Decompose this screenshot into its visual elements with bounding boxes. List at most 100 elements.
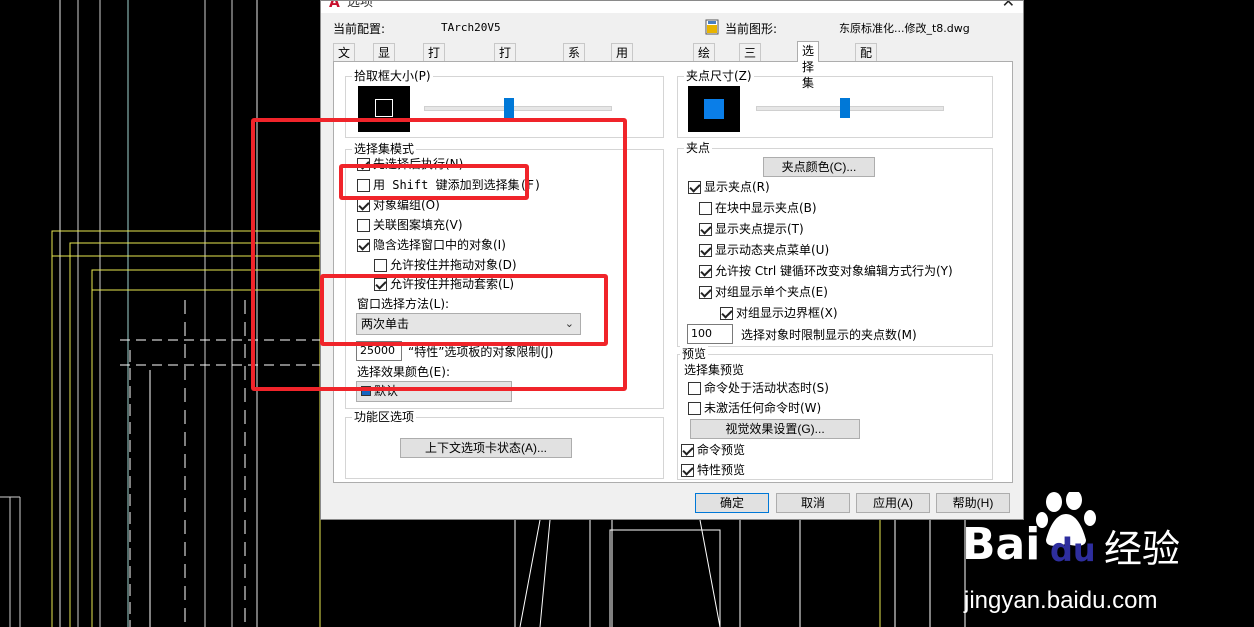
pickbox-slider-track[interactable] xyxy=(424,106,612,111)
checkbox-label: 对象编组(O) xyxy=(373,198,440,212)
window-method-label: 窗口选择方法(L): xyxy=(357,297,450,311)
effect-color-value: 默认 xyxy=(374,384,399,398)
checkbox-box[interactable] xyxy=(357,198,370,212)
checkbox-box[interactable] xyxy=(688,180,701,194)
checkbox-grip-tips[interactable]: 显示夹点提示(T) xyxy=(699,221,804,237)
tab-open-save[interactable]: 打开和保存 xyxy=(423,43,446,124)
checkbox-noun-verb[interactable]: 先选择后执行(N) xyxy=(357,156,463,172)
selection-modes-title: 选择集模式 xyxy=(352,141,417,157)
tab-selection[interactable]: 选择集 xyxy=(797,41,820,90)
checkbox-box[interactable] xyxy=(699,243,712,257)
property-limit-input[interactable]: 25000 xyxy=(356,341,402,361)
pickbox-slider-thumb[interactable] xyxy=(504,98,515,118)
checkbox-label: 显示夹点提示(T) xyxy=(715,222,804,236)
checkbox-single-grip-groups[interactable]: 对组显示单个夹点(E) xyxy=(699,284,828,300)
grip-slider-thumb[interactable] xyxy=(839,98,850,118)
current-profile-label: 当前配置: xyxy=(333,22,386,36)
contextual-tab-states-button[interactable]: 上下文选项卡状态(A)... xyxy=(400,438,572,458)
checkbox-press-drag-object[interactable]: 允许按住并拖动对象(D) xyxy=(374,257,517,273)
pickbox-square xyxy=(375,99,393,117)
tab-display[interactable]: 显示 xyxy=(373,43,396,76)
checkbox-property-preview[interactable]: 特性预览 xyxy=(681,462,745,478)
tab-drafting[interactable]: 绘图 xyxy=(693,43,716,76)
checkbox-label: 用 Shift 键添加到选择集(F) xyxy=(373,178,542,192)
apply-button[interactable]: 应用(A) xyxy=(856,493,930,513)
checkbox-label: 命令处于活动状态时(S) xyxy=(704,381,829,395)
window-method-select[interactable]: 两次单击 ⌄ xyxy=(356,313,581,335)
checkbox-label: 显示夹点(R) xyxy=(704,180,770,194)
checkbox-box[interactable] xyxy=(681,443,694,457)
checkbox-preview-active[interactable]: 命令处于活动状态时(S) xyxy=(688,380,829,396)
checkbox-label: 允许按住并拖动对象(D) xyxy=(390,258,517,272)
current-drawing-label: 当前图形: xyxy=(725,22,778,36)
checkbox-box[interactable] xyxy=(688,381,701,395)
checkbox-box[interactable] xyxy=(357,178,370,192)
checkbox-label: 未激活任何命令时(W) xyxy=(704,401,822,415)
checkbox-box[interactable] xyxy=(699,201,712,215)
cancel-button[interactable]: 取消 xyxy=(776,493,850,513)
checkbox-command-preview[interactable]: 命令预览 xyxy=(681,442,745,458)
checkbox-shift-add[interactable]: 用 Shift 键添加到选择集(F) xyxy=(357,177,541,193)
grip-size-preview xyxy=(688,86,740,132)
tab-user-preferences[interactable]: 用户系统配置 xyxy=(611,43,634,140)
checkbox-object-grouping[interactable]: 对象编组(O) xyxy=(357,197,440,213)
chevron-down-icon: ⌄ xyxy=(564,317,574,330)
checkbox-dynamic-grip-menu[interactable]: 显示动态夹点菜单(U) xyxy=(699,242,829,258)
property-limit-label: “特性”选项板的对象限制(J) xyxy=(408,345,554,359)
checkbox-box[interactable] xyxy=(688,401,701,415)
checkbox-box[interactable] xyxy=(357,218,370,232)
watermark-suffix: 经验 xyxy=(1104,527,1181,571)
checkbox-box[interactable] xyxy=(374,258,387,272)
grip-limit-input[interactable]: 100 xyxy=(687,324,733,344)
checkbox-label: 关联图案填充(V) xyxy=(373,218,463,232)
checkbox-label: 允许按住并拖动套索(L) xyxy=(390,277,515,291)
grip-slider-track[interactable] xyxy=(756,106,944,111)
options-dialog: A 选项 ✕ 当前配置: TArch20V5 当前图形: 东原标准化...修改_… xyxy=(320,0,1024,520)
tab-3d-modeling[interactable]: 三维建模 xyxy=(739,43,762,108)
checkbox-box[interactable] xyxy=(699,222,712,236)
checkbox-label: 特性预览 xyxy=(697,463,746,477)
checkbox-box[interactable] xyxy=(699,264,712,278)
checkbox-box[interactable] xyxy=(357,238,370,252)
drawing-file-icon xyxy=(705,19,719,35)
watermark-brand-tail: du xyxy=(1050,531,1096,569)
checkbox-associative-hatch[interactable]: 关联图案填充(V) xyxy=(357,217,463,233)
checkbox-box[interactable] xyxy=(681,463,694,477)
grip-size-title: 夹点尺寸(Z) xyxy=(684,68,754,84)
checkbox-label: 先选择后执行(N) xyxy=(373,157,464,171)
grips-group: 夹点 夹点颜色(C)... 显示夹点(R) 在块中显示夹点(B) 显示夹点提示(… xyxy=(677,140,993,347)
tab-files[interactable]: 文件 xyxy=(333,43,356,76)
close-icon[interactable]: ✕ xyxy=(1002,1,1015,11)
checkbox-box[interactable] xyxy=(720,306,733,320)
baidu-jingyan-watermark: Bai du 经验 jingyan.baidu.com xyxy=(962,492,1222,622)
effect-color-label: 选择效果颜色(E): xyxy=(357,365,450,379)
pickbox-size-title: 拾取框大小(P) xyxy=(352,68,433,84)
checkbox-grips-in-blocks[interactable]: 在块中显示夹点(B) xyxy=(699,200,817,216)
selection-preview-subtitle: 选择集预览 xyxy=(684,363,745,377)
tab-plot-publish[interactable]: 打印和发布 xyxy=(494,43,517,124)
watermark-brand: Bai xyxy=(962,519,1041,570)
checkbox-label: 对组显示单个夹点(E) xyxy=(715,285,828,299)
preview-group: 预览 选择集预览 命令处于活动状态时(S) 未激活任何命令时(W) 视觉效果设置… xyxy=(677,346,993,480)
checkbox-box[interactable] xyxy=(357,157,370,171)
checkbox-box[interactable] xyxy=(699,285,712,299)
tab-system[interactable]: 系统 xyxy=(563,43,586,76)
checkbox-group-bounding-box[interactable]: 对组显示边界框(X) xyxy=(720,305,838,321)
title-bar[interactable]: A 选项 ✕ xyxy=(321,1,1023,13)
checkbox-press-drag-lasso[interactable]: 允许按住并拖动套索(L) xyxy=(374,276,514,292)
grip-limit-label: 选择对象时限制显示的夹点数(M) xyxy=(741,328,917,342)
grips-title: 夹点 xyxy=(684,140,713,156)
ribbon-options-title: 功能区选项 xyxy=(352,409,417,425)
ok-button[interactable]: 确定 xyxy=(695,493,769,513)
dialog-title: 选项 xyxy=(347,1,374,10)
checkbox-preview-inactive[interactable]: 未激活任何命令时(W) xyxy=(688,400,821,416)
grip-colors-button[interactable]: 夹点颜色(C)... xyxy=(763,157,875,177)
checkbox-implied-window[interactable]: 隐含选择窗口中的对象(I) xyxy=(357,237,506,253)
checkbox-box[interactable] xyxy=(374,277,387,291)
checkbox-show-grips[interactable]: 显示夹点(R) xyxy=(688,179,770,195)
checkbox-ctrl-cycle[interactable]: 允许按 Ctrl 键循环改变对象编辑方式行为(Y) xyxy=(699,263,953,279)
checkbox-label: 对组显示边界框(X) xyxy=(736,306,838,320)
tab-profiles[interactable]: 配置 xyxy=(855,43,878,76)
effect-color-select[interactable]: 默认 xyxy=(356,381,512,402)
visual-effect-settings-button[interactable]: 视觉效果设置(G)... xyxy=(690,419,860,439)
